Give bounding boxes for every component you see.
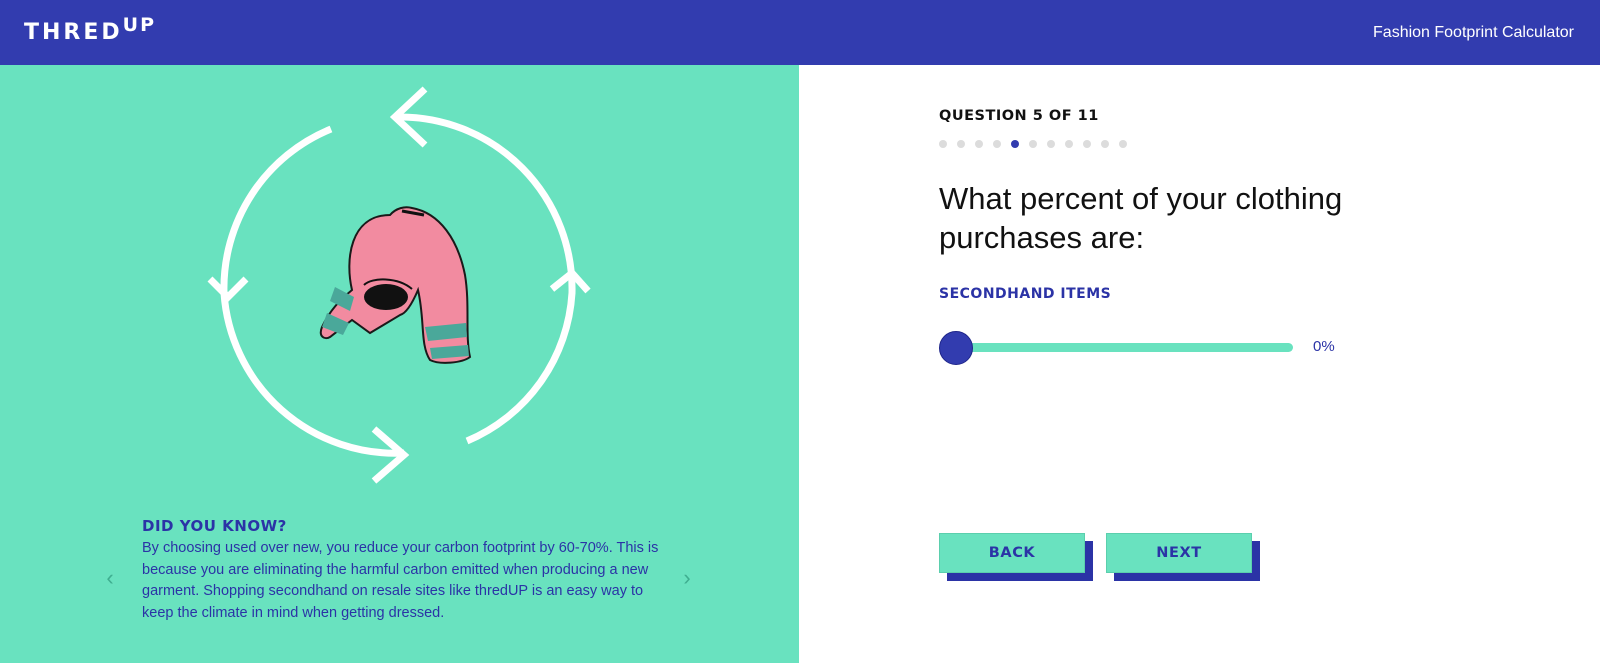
thredup-logo[interactable]: THREDUP (24, 16, 156, 45)
top-nav-bar: THREDUP Fashion Footprint Calculator (0, 0, 1600, 65)
progress-dot (1065, 140, 1073, 148)
progress-dot (1011, 140, 1019, 148)
slider-value-label: 0% (1313, 338, 1335, 355)
progress-dot (957, 140, 965, 148)
logo-main-text: THRED (24, 20, 123, 45)
slider-track[interactable] (949, 343, 1293, 352)
progress-dot (975, 140, 983, 148)
back-button[interactable]: BACK (939, 533, 1093, 581)
progress-dot (1047, 140, 1055, 148)
progress-dot (993, 140, 1001, 148)
progress-dot (939, 140, 947, 148)
did-you-know-card: DID YOU KNOW? By choosing used over new,… (142, 517, 662, 624)
back-button-label[interactable]: BACK (939, 533, 1085, 573)
chevron-left-icon[interactable]: ‹ (100, 567, 120, 589)
info-panel: DID YOU KNOW? By choosing used over new,… (0, 65, 799, 663)
slider-thumb[interactable] (939, 331, 973, 365)
next-button-label[interactable]: NEXT (1106, 533, 1252, 573)
progress-dots (939, 140, 1127, 148)
slider-label: SECONDHAND ITEMS (939, 286, 1112, 302)
question-text: What percent of your clothing purchases … (939, 181, 1343, 255)
question-counter: QUESTION 5 OF 11 (939, 108, 1099, 124)
chevron-right-icon[interactable]: › (677, 567, 697, 589)
progress-dot (1029, 140, 1037, 148)
quiz-panel: QUESTION 5 OF 11 What percent of your cl… (799, 65, 1600, 663)
did-you-know-text: By choosing used over new, you reduce yo… (142, 540, 659, 621)
progress-dot (1119, 140, 1127, 148)
did-you-know-title: DID YOU KNOW? (142, 517, 287, 535)
percent-slider[interactable] (939, 331, 1293, 365)
progress-dot (1083, 140, 1091, 148)
app-title: Fashion Footprint Calculator (1373, 24, 1574, 41)
logo-super-text: UP (122, 14, 157, 36)
progress-dot (1101, 140, 1109, 148)
next-button[interactable]: NEXT (1106, 533, 1260, 581)
sweater-icon (319, 206, 472, 364)
